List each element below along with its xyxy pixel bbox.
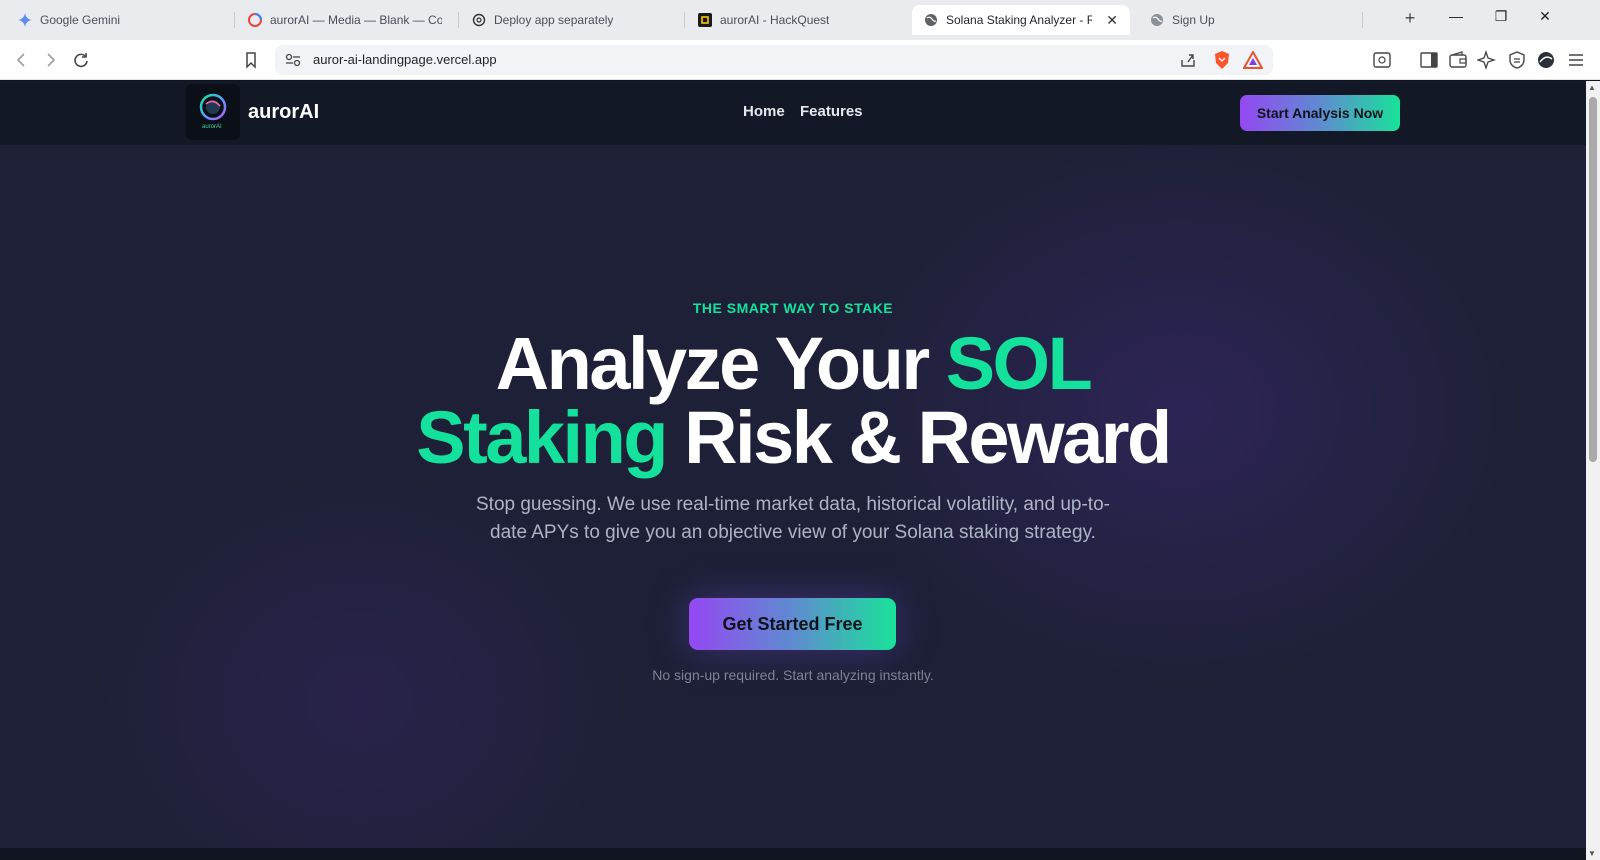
reader-mode-icon[interactable] [1372,50,1392,70]
url-text: auror-ai-landingpage.vercel.app [313,52,497,67]
hero-headline: Analyze Your SOL Staking Risk & Reward [0,327,1586,475]
start-analysis-button[interactable]: Start Analysis Now [1240,95,1400,131]
brave-rewards-icon[interactable] [1243,51,1263,69]
headline-text: Risk & Reward [666,396,1172,479]
minimize-icon[interactable]: — [1441,8,1471,24]
back-icon[interactable] [11,49,33,71]
site-navbar: aurorAI aurorAI Home Features Start Anal… [0,81,1586,145]
tab-solana-staking-analyzer[interactable]: Solana Staking Analyzer - Risk ✕ [912,5,1130,35]
new-tab-icon[interactable]: + [1398,8,1422,29]
tab-google-gemini[interactable]: Google Gemini [6,5,228,35]
tab-label: Solana Staking Analyzer - Risk [946,13,1093,27]
canva-icon [248,13,262,27]
tab-deploy[interactable]: Deploy app separately [460,5,682,35]
brand-name[interactable]: aurorAI [248,101,319,124]
headline-text: Analyze Your [495,322,946,405]
nav-features-link[interactable]: Features [800,103,863,120]
tab-divider [458,12,459,28]
scroll-up-icon[interactable]: ▲ [1588,83,1596,92]
close-tab-icon[interactable]: ✕ [1106,12,1118,29]
browser-tab-bar: Google Gemini aurorAI — Media — Blank — … [0,0,1600,40]
landing-page: aurorAI aurorAI Home Features Start Anal… [0,81,1586,860]
openai-icon [472,13,486,27]
nav-home-link[interactable]: Home [743,103,785,120]
section-divider [0,848,1586,860]
tab-sign-up[interactable]: Sign Up [1138,5,1360,35]
site-settings-icon[interactable] [285,53,301,67]
share-icon[interactable] [1179,51,1197,69]
get-started-button[interactable]: Get Started Free [689,598,896,650]
tab-label: Google Gemini [40,13,121,27]
hackquest-icon [698,13,712,27]
tab-hackquest[interactable]: aurorAI - HackQuest [686,5,908,35]
menu-icon[interactable] [1566,50,1586,70]
logo-orb-icon [199,93,227,121]
wallet-icon[interactable] [1448,50,1468,70]
tab-label: aurorAI — Media — Blank — Cont [270,13,442,27]
tab-label: Deploy app separately [494,13,614,27]
scroll-thumb[interactable] [1589,97,1597,462]
tab-divider [684,12,685,28]
logo-caption: aurorAI [202,124,222,130]
globe-icon [925,14,937,26]
hero-description: Stop guessing. We use real-time market d… [476,494,1110,543]
scroll-down-icon[interactable]: ▼ [1588,849,1596,858]
leo-ai-icon[interactable] [1477,50,1497,70]
bookmark-icon[interactable] [240,49,262,71]
headline-highlight-staking: Staking [416,396,668,479]
tab-canva[interactable]: aurorAI — Media — Blank — Cont [236,5,454,35]
hero-note: No sign-up required. Start analyzing ins… [652,667,934,683]
vpn-shield-icon[interactable] [1507,50,1527,70]
profile-avatar-icon[interactable] [1536,50,1556,70]
restore-icon[interactable]: ❐ [1486,8,1516,25]
aurorai-logo[interactable]: aurorAI [186,84,240,140]
tab-label: aurorAI - HackQuest [720,13,830,27]
hero-eyebrow: THE SMART WAY TO STAKE [692,300,894,316]
browser-toolbar: auror-ai-landingpage.vercel.app [0,40,1600,80]
close-window-icon[interactable]: ✕ [1530,8,1560,25]
forward-icon[interactable] [39,49,61,71]
brave-shield-icon[interactable] [1213,50,1231,70]
globe-icon [1151,14,1163,26]
address-bar[interactable]: auror-ai-landingpage.vercel.app [275,45,1273,75]
tab-divider [1362,12,1363,28]
sidebar-icon[interactable] [1419,50,1439,70]
gemini-icon [18,13,32,27]
tab-divider [234,12,235,28]
reload-icon[interactable] [70,49,92,71]
tab-label: Sign Up [1172,13,1215,27]
headline-highlight-sol: SOL [945,322,1093,405]
page-scrollbar[interactable]: ▲ ▼ [1586,81,1600,860]
